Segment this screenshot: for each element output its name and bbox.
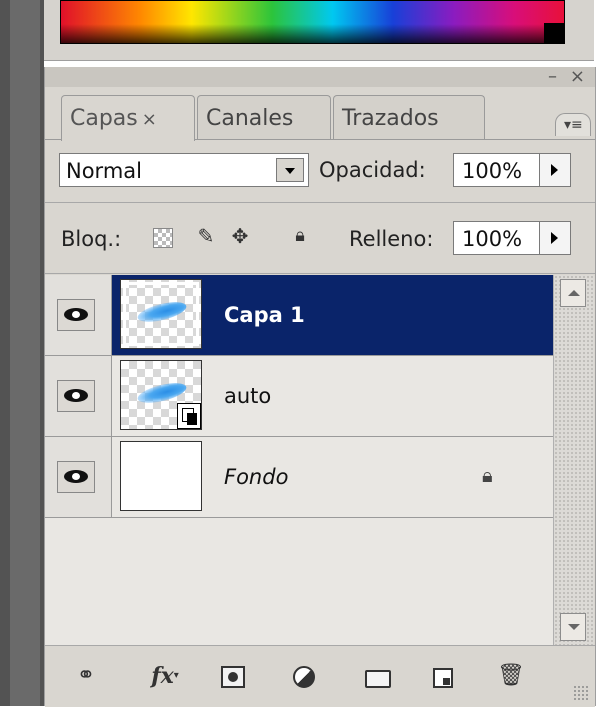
padlock-icon[interactable]: 🔒︎ bbox=[289, 225, 311, 247]
layer-main[interactable]: Fondo 🔒︎ bbox=[112, 437, 553, 517]
tab-canales[interactable]: Canales bbox=[197, 95, 331, 139]
transparency-lock-icon[interactable] bbox=[153, 228, 173, 248]
link-icon[interactable]: ⚭ bbox=[69, 662, 103, 690]
tab-close-icon[interactable]: × bbox=[142, 109, 157, 130]
visibility-cell[interactable] bbox=[45, 356, 112, 436]
layers-toolbar: ⚭ fx▾ 🗑︎ bbox=[45, 645, 595, 707]
scroll-up-button[interactable] bbox=[560, 279, 586, 307]
layers-panel: – × Capas × Canales Trazados ▾≡ Normal Op… bbox=[44, 67, 596, 707]
smart-object-icon bbox=[177, 403, 201, 429]
eye-icon[interactable] bbox=[57, 380, 95, 412]
fill-slider-arrow-icon[interactable] bbox=[539, 222, 570, 254]
panel-tabs: Capas × Canales Trazados ▾≡ bbox=[45, 87, 595, 141]
spectrum-shade bbox=[61, 1, 564, 43]
adjustment-icon[interactable] bbox=[293, 666, 315, 688]
blend-mode-value: Normal bbox=[66, 159, 142, 183]
fill-label: Relleno: bbox=[349, 227, 434, 251]
tab-label: Capas bbox=[70, 106, 138, 131]
layer-thumbnail[interactable] bbox=[120, 441, 202, 511]
brush-lock-icon[interactable]: ✎ bbox=[195, 225, 217, 247]
opacity-slider-arrow-icon[interactable] bbox=[539, 154, 570, 186]
tab-label: Canales bbox=[206, 106, 294, 131]
blend-row: Normal Opacidad: 100% bbox=[45, 140, 595, 203]
tab-trazados[interactable]: Trazados bbox=[333, 95, 485, 139]
layer-row[interactable]: auto bbox=[45, 356, 553, 437]
fx-icon[interactable]: fx▾ bbox=[145, 662, 185, 690]
layer-main[interactable]: Capa 1 bbox=[112, 275, 553, 355]
layer-thumbnail[interactable] bbox=[120, 360, 202, 430]
new-layer-icon[interactable] bbox=[433, 668, 453, 688]
opacity-field[interactable]: 100% bbox=[453, 153, 571, 187]
layer-main[interactable]: auto bbox=[112, 356, 553, 436]
panel-title-bar[interactable]: – × bbox=[45, 67, 595, 87]
black-swatch[interactable] bbox=[544, 23, 564, 43]
fill-value: 100% bbox=[462, 227, 523, 251]
layer-name[interactable]: Fondo bbox=[224, 465, 288, 489]
resize-grip[interactable] bbox=[573, 685, 589, 701]
mask-icon[interactable] bbox=[221, 666, 245, 688]
fill-field[interactable]: 100% bbox=[453, 221, 571, 255]
eye-icon[interactable] bbox=[57, 461, 95, 493]
chevron-down-icon[interactable] bbox=[276, 158, 304, 182]
color-spectrum[interactable] bbox=[60, 0, 565, 44]
left-dock-strip bbox=[10, 0, 40, 706]
brush-stroke-shape bbox=[135, 298, 189, 326]
layers-scrollbar[interactable] bbox=[553, 275, 594, 645]
eye-icon[interactable] bbox=[57, 299, 95, 331]
layer-row[interactable]: Capa 1 bbox=[45, 275, 553, 356]
layer-name[interactable]: Capa 1 bbox=[224, 303, 305, 327]
layers-list: Capa 1 auto Fondo 🔒︎ bbox=[45, 275, 553, 645]
tab-capas[interactable]: Capas × bbox=[61, 95, 195, 141]
visibility-cell[interactable] bbox=[45, 275, 112, 355]
trash-icon[interactable]: 🗑︎ bbox=[497, 662, 525, 690]
opacity-value: 100% bbox=[462, 159, 523, 183]
left-dock bbox=[0, 0, 44, 706]
tab-label: Trazados bbox=[342, 106, 439, 131]
layer-thumbnail[interactable] bbox=[120, 279, 202, 349]
scroll-down-button[interactable] bbox=[560, 613, 586, 641]
folder-icon[interactable] bbox=[365, 670, 391, 688]
padlock-icon: 🔒︎ bbox=[482, 463, 493, 487]
close-panel-button[interactable]: × bbox=[570, 68, 585, 86]
panel-menu-icon: ▾≡ bbox=[564, 117, 583, 133]
minimize-button[interactable]: – bbox=[548, 68, 557, 86]
lock-row: Bloq.: ✎ ✥ 🔒︎ Relleno: 100% bbox=[45, 203, 595, 274]
layer-row[interactable]: Fondo 🔒︎ bbox=[45, 437, 553, 518]
lock-label: Bloq.: bbox=[61, 227, 122, 251]
opacity-label: Opacidad: bbox=[319, 158, 426, 182]
visibility-cell[interactable] bbox=[45, 437, 112, 517]
blend-mode-select[interactable]: Normal bbox=[59, 153, 309, 187]
move-lock-icon[interactable]: ✥ bbox=[229, 225, 251, 247]
panel-menu-button[interactable]: ▾≡ bbox=[555, 113, 591, 136]
color-panel bbox=[44, 0, 594, 61]
layer-name[interactable]: auto bbox=[224, 384, 271, 408]
